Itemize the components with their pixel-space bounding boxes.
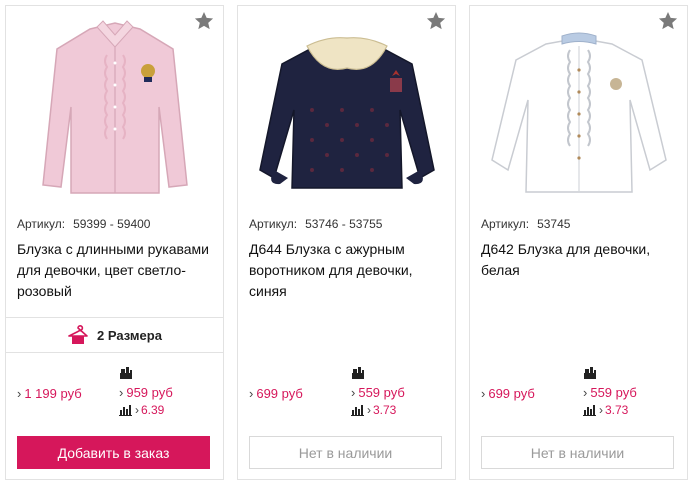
sku-label: Артикул: xyxy=(249,217,298,231)
sizes-label: 2 Размера xyxy=(97,327,162,343)
wholesale-price-value: 959 руб xyxy=(126,385,173,400)
points-value: › 3.73 xyxy=(367,403,397,417)
sku: Артикул: 53746 - 53755 xyxy=(249,217,382,231)
retail-price: › 1 199 руб xyxy=(17,386,82,401)
sizes-button[interactable]: 2 Размера xyxy=(6,317,223,353)
retail-price: › 699 руб xyxy=(249,386,303,401)
hanger-icon xyxy=(68,325,88,344)
retail-price: › 699 руб xyxy=(481,386,535,401)
bar-chart-icon xyxy=(119,405,132,416)
wholesale-price: › 959 руб xyxy=(119,385,173,400)
out-of-stock-button[interactable]: Нет в наличии xyxy=(249,436,442,469)
points-value: › 3.73 xyxy=(599,403,629,417)
sku-label: Артикул: xyxy=(17,217,66,231)
sku-value: 53746 - 53755 xyxy=(305,217,383,231)
points-value: › 6.39 xyxy=(135,403,165,417)
retail-price-value: 699 руб xyxy=(488,386,535,401)
product-title[interactable]: Д644 Блузка с ажурным воротником для дев… xyxy=(249,239,449,302)
sku-label: Артикул: xyxy=(481,217,530,231)
retail-price-value: 1 199 руб xyxy=(24,386,82,401)
product-title[interactable]: Блузка с длинными рукавами для девочки, … xyxy=(17,239,217,302)
white-blouse-image[interactable] xyxy=(470,12,687,208)
retail-price-value: 699 руб xyxy=(256,386,303,401)
wholesale-price-value: 559 руб xyxy=(590,385,637,400)
product-title[interactable]: Д642 Блузка для девочки, белая xyxy=(481,239,681,281)
sku-value: 53745 xyxy=(537,217,571,231)
warehouse-icon xyxy=(120,367,132,379)
sku: Артикул: 53745 xyxy=(481,217,570,231)
bar-chart-icon xyxy=(351,405,364,416)
sku: Артикул: 59399 - 59400 xyxy=(17,217,150,231)
wholesale-price: › 559 руб xyxy=(583,385,637,400)
warehouse-icon xyxy=(352,367,364,379)
product-card: Артикул: 53746 - 53755 Д644 Блузка с ажур… xyxy=(237,5,456,480)
navy-blouse-image[interactable] xyxy=(238,12,455,208)
product-card: Артикул: 59399 - 59400 Блузка с длинными … xyxy=(5,5,224,480)
add-to-order-button[interactable]: Добавить в заказ xyxy=(17,436,210,469)
warehouse-icon xyxy=(584,367,596,379)
product-card: Артикул: 53745 Д642 Блузка для девочки, б… xyxy=(469,5,688,480)
wholesale-price-value: 559 руб xyxy=(358,385,405,400)
bar-chart-icon xyxy=(583,405,596,416)
sku-value: 59399 - 59400 xyxy=(73,217,151,231)
pink-blouse-image[interactable] xyxy=(6,12,223,208)
wholesale-price: › 559 руб xyxy=(351,385,405,400)
out-of-stock-button[interactable]: Нет в наличии xyxy=(481,436,674,469)
